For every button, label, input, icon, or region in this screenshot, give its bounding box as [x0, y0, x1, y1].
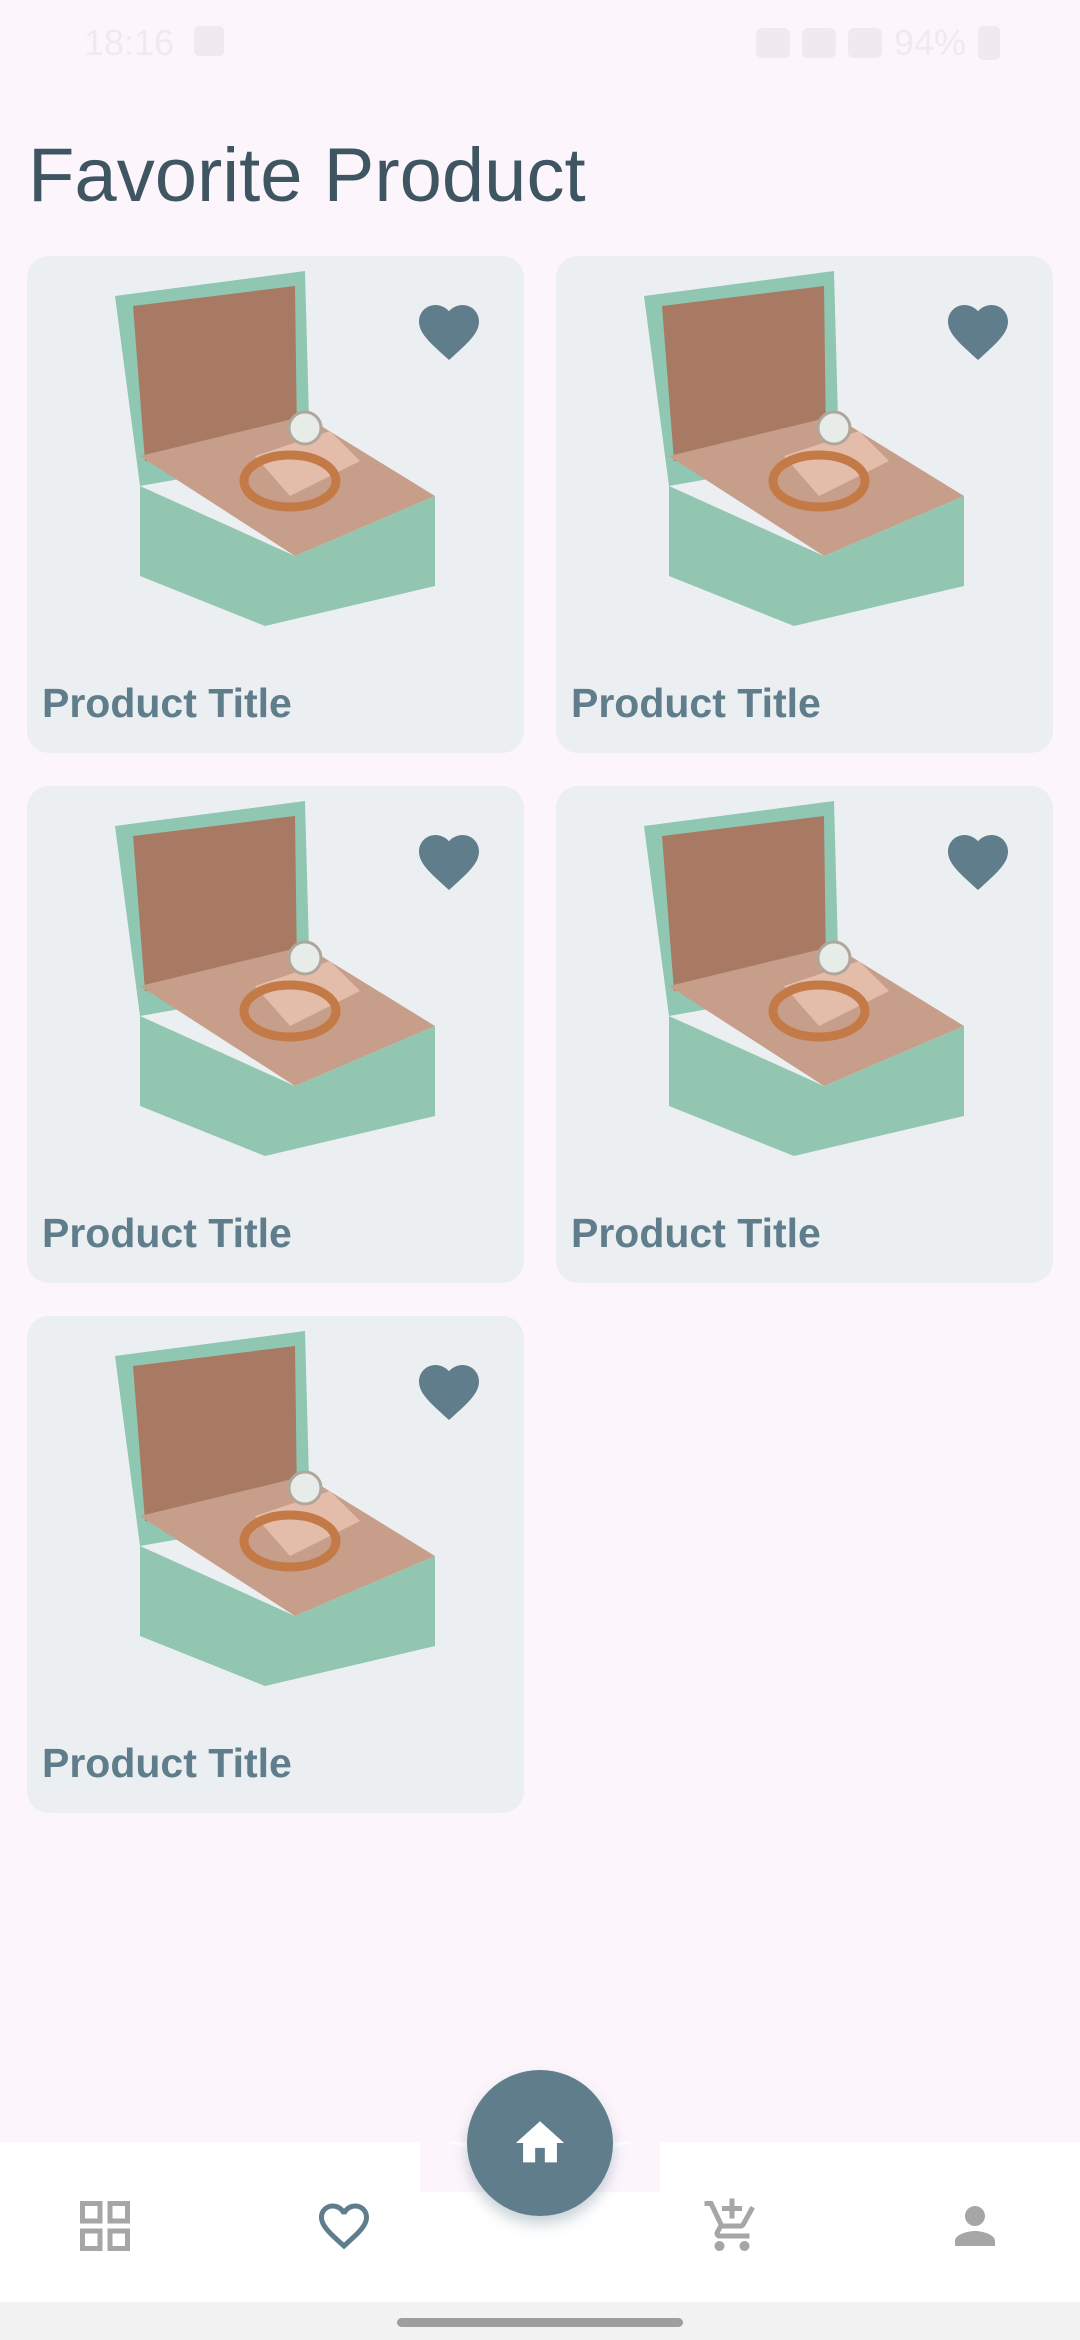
signal-icon — [847, 28, 882, 58]
cart-add-icon[interactable] — [702, 2196, 762, 2256]
favorite-heart-icon[interactable] — [941, 296, 1015, 362]
status-icons: 94% — [755, 22, 1000, 64]
status-bar: 18:16 94% — [0, 0, 1080, 86]
battery-icon — [978, 26, 1000, 60]
categories-grid-icon[interactable] — [75, 2196, 135, 2256]
battery-percentage: 94% — [893, 22, 966, 63]
product-card[interactable]: Product Title — [556, 786, 1053, 1283]
notification-icon — [194, 26, 224, 56]
mute-icon — [755, 28, 790, 58]
product-title: Product Title — [571, 1210, 821, 1256]
product-title: Product Title — [571, 680, 821, 726]
product-title: Product Title — [42, 1740, 292, 1786]
product-title: Product Title — [42, 680, 292, 726]
product-card[interactable]: Product Title — [556, 256, 1053, 753]
favorite-heart-icon[interactable] — [941, 826, 1015, 892]
product-card[interactable]: Product Title — [27, 1316, 524, 1813]
product-card[interactable]: Product Title — [27, 256, 524, 753]
favorite-heart-icon[interactable] — [412, 296, 486, 362]
home-icon — [515, 2121, 565, 2163]
favorite-heart-icon[interactable] — [412, 1356, 486, 1422]
wifi-icon — [801, 28, 836, 58]
product-card[interactable]: Product Title — [27, 786, 524, 1283]
page-title: Favorite Product — [28, 133, 586, 218]
favorites-heart-outline-icon[interactable] — [314, 2196, 374, 2256]
product-title: Product Title — [42, 1210, 292, 1256]
home-gesture-bar[interactable] — [397, 2318, 683, 2327]
home-button[interactable] — [467, 2070, 613, 2216]
favorite-heart-icon[interactable] — [412, 826, 486, 892]
status-time: 18:16 — [84, 22, 175, 63]
profile-person-icon[interactable] — [945, 2196, 1005, 2256]
